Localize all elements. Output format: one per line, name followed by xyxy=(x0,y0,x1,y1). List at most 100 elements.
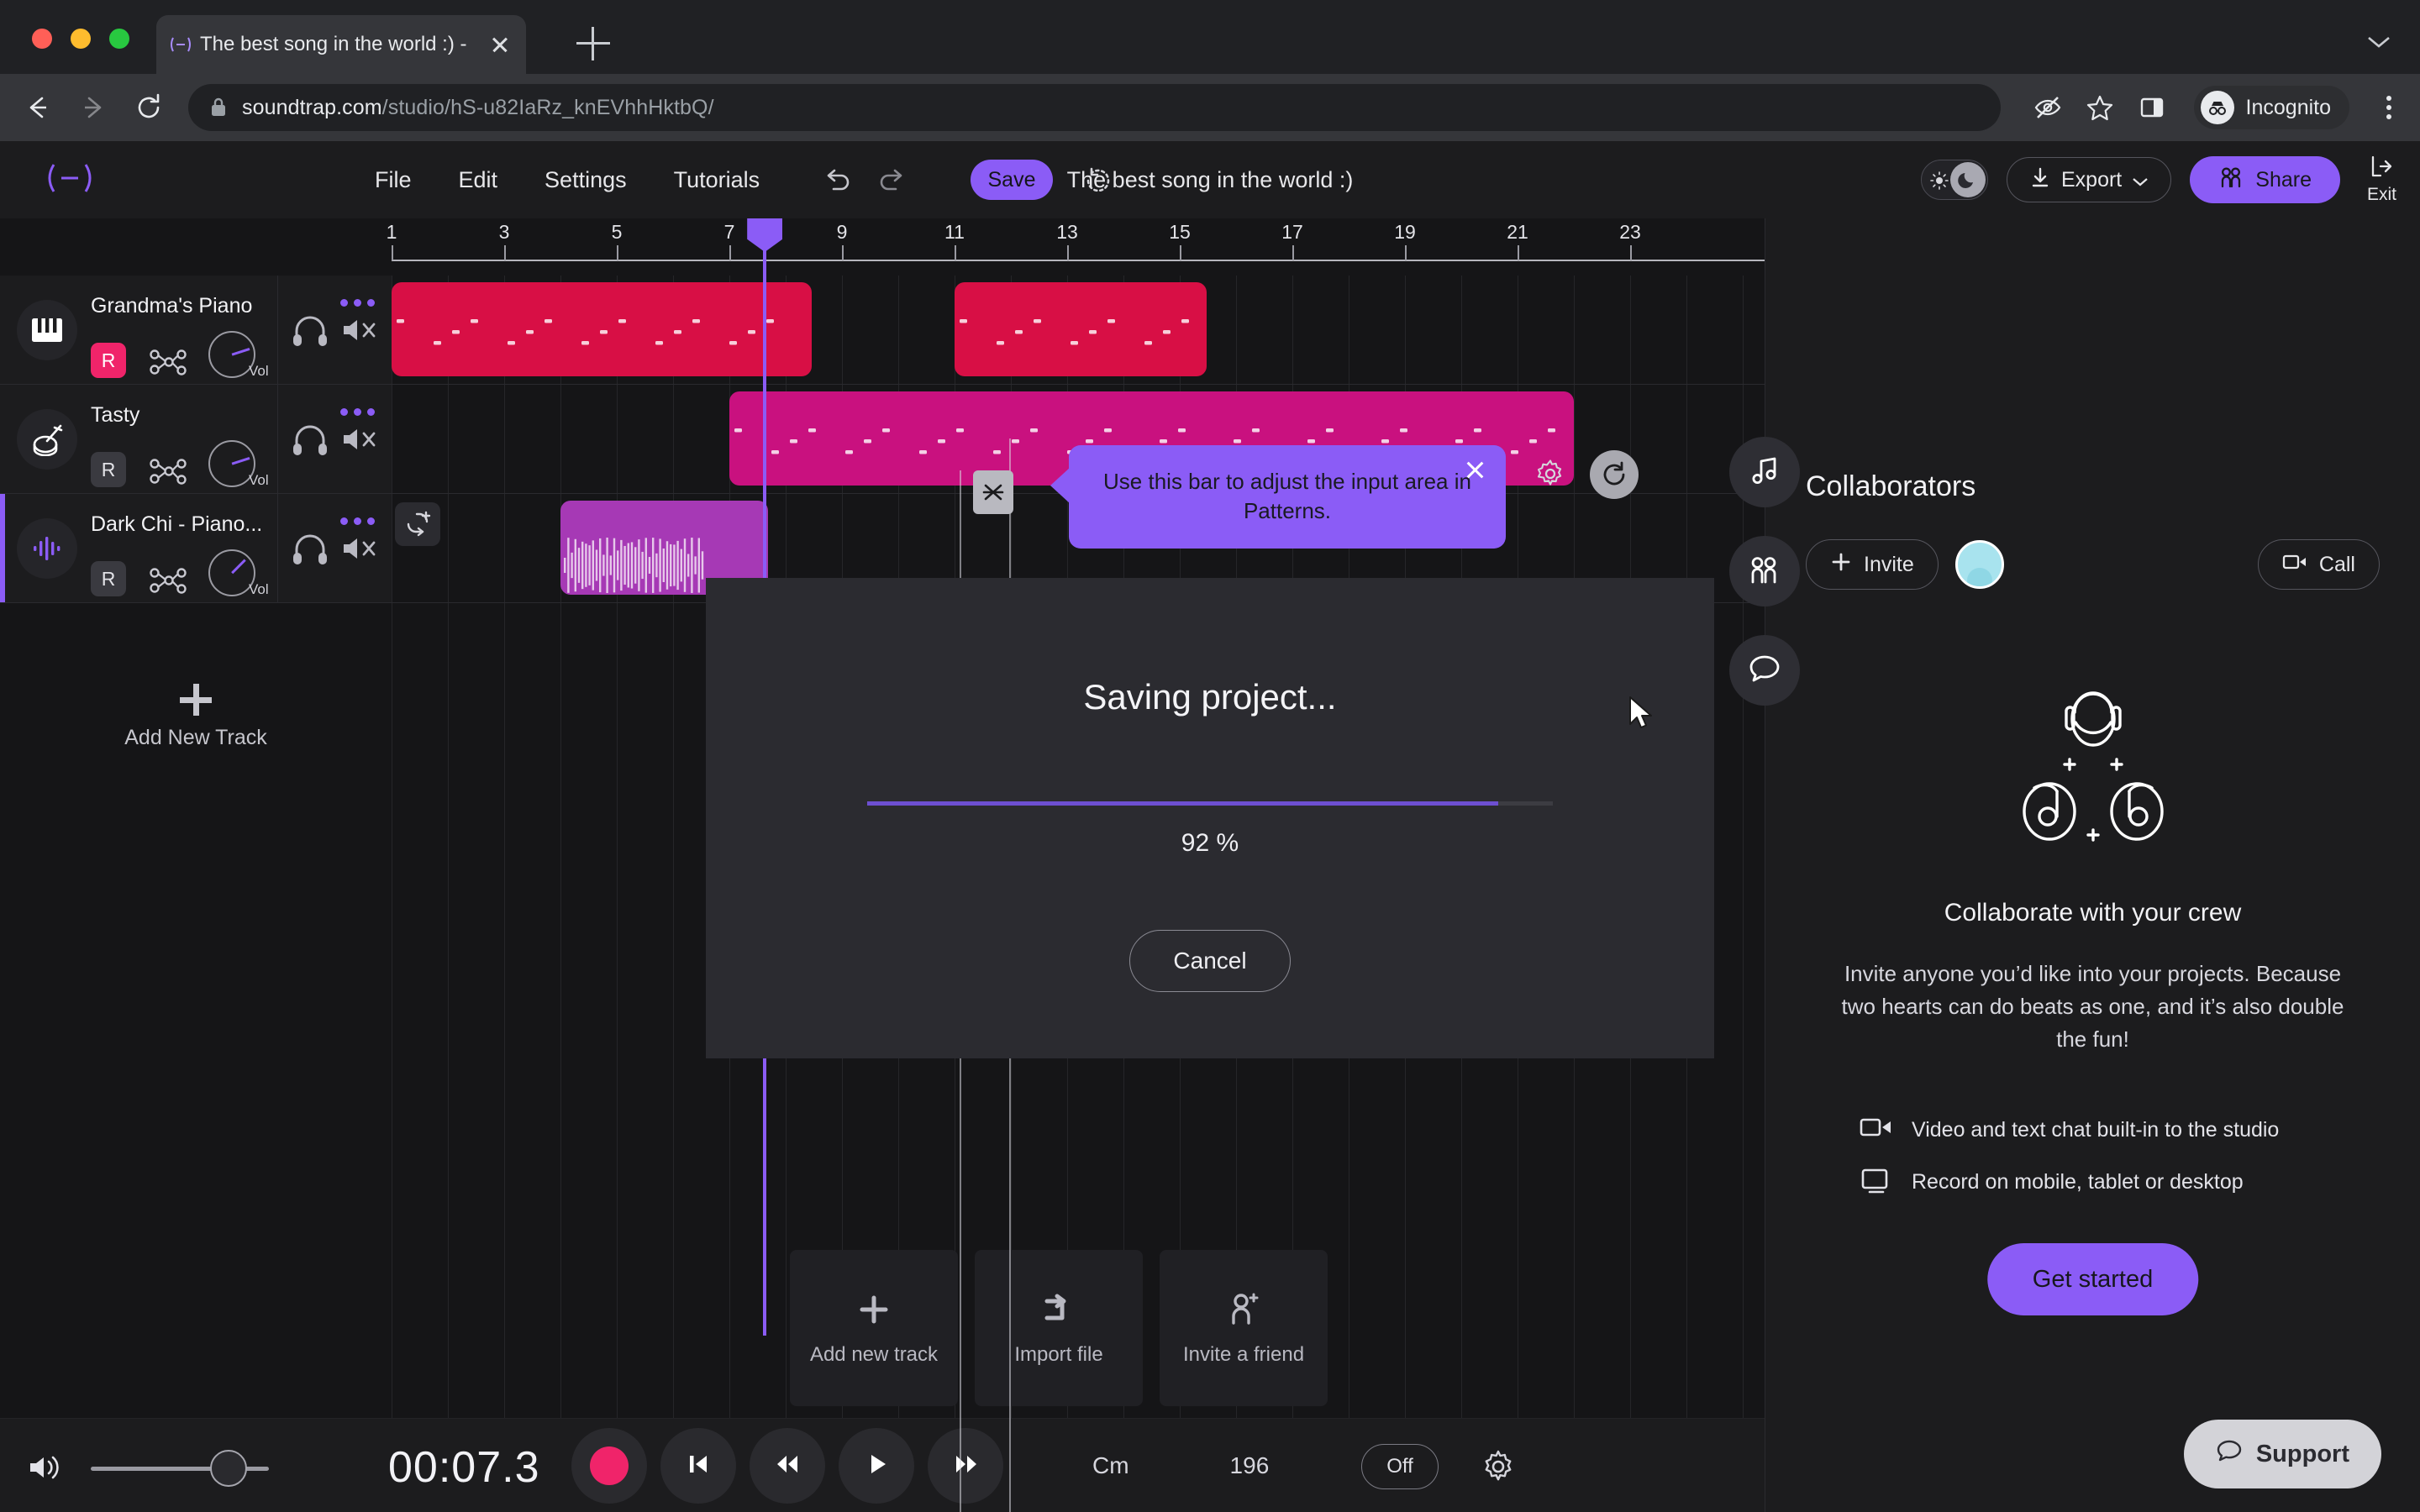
gear-icon[interactable] xyxy=(1481,1449,1516,1484)
master-volume-handle[interactable] xyxy=(210,1450,247,1487)
import-file-card-label: Import file xyxy=(1014,1342,1103,1366)
menu-item-file[interactable]: File xyxy=(351,167,435,193)
redo-icon[interactable] xyxy=(875,162,910,197)
timecode-display[interactable]: 00:07.3 xyxy=(388,1442,540,1493)
mute-icon[interactable] xyxy=(340,531,379,566)
effects-icon[interactable] xyxy=(148,563,187,596)
save-button[interactable]: Save xyxy=(971,160,1053,200)
headphones-icon[interactable] xyxy=(291,422,329,457)
master-volume-slider[interactable] xyxy=(91,1450,269,1487)
ruler-tick-label: 19 xyxy=(1394,221,1416,243)
music-note-icon xyxy=(1748,454,1781,491)
gear-icon[interactable] xyxy=(1535,459,1565,489)
fast-forward-icon xyxy=(950,1449,981,1483)
mute-icon[interactable] xyxy=(340,312,379,348)
track-header[interactable]: Dark Chi - Piano... R Vol xyxy=(0,494,392,603)
timeline-ruler-row: 1 3 5 7 9 11 13 15 17 19 21 23 xyxy=(0,218,1765,276)
clip[interactable] xyxy=(955,282,1207,376)
metronome-toggle[interactable]: Off xyxy=(1361,1444,1439,1489)
record-arm-button[interactable]: R xyxy=(91,561,126,596)
headphones-icon[interactable] xyxy=(291,531,329,566)
track-header[interactable]: Grandma's Piano R Vol xyxy=(0,276,392,385)
ruler-tick-label: 23 xyxy=(1619,221,1641,243)
play-button[interactable] xyxy=(839,1428,914,1504)
address-bar[interactable]: soundtrap.com/studio/hS-u82IaRz_knEVhhHk… xyxy=(188,84,2001,131)
share-button[interactable]: Share xyxy=(2190,156,2340,203)
add-new-track-card-label: Add new track xyxy=(809,1342,939,1366)
export-button[interactable]: Export xyxy=(2007,157,2172,202)
ruler-tick-label: 5 xyxy=(611,221,623,243)
input-area-marker-icon[interactable] xyxy=(973,470,1013,514)
track-header[interactable]: Tasty R Vol xyxy=(0,385,392,494)
ruler-tick-label: 13 xyxy=(1056,221,1078,243)
eye-off-icon[interactable] xyxy=(2033,92,2063,123)
browser-tab[interactable]: The best song in the world :) - xyxy=(156,15,526,74)
skip-to-start-button[interactable] xyxy=(660,1428,736,1504)
side-panel-icon[interactable] xyxy=(2137,92,2167,123)
chevron-down-icon[interactable] xyxy=(2366,32,2391,55)
import-file-card[interactable]: Import file xyxy=(975,1250,1143,1406)
theme-toggle[interactable] xyxy=(1921,160,1988,200)
get-started-button[interactable]: Get started xyxy=(1986,1243,2199,1315)
effects-icon[interactable] xyxy=(148,454,187,487)
rail-button-chat[interactable] xyxy=(1729,635,1800,706)
new-tab-icon[interactable] xyxy=(576,27,610,60)
minimize-window-button[interactable] xyxy=(71,29,91,49)
record-button[interactable] xyxy=(571,1428,647,1504)
record-arm-button[interactable]: R xyxy=(91,343,126,378)
forward-icon[interactable] xyxy=(77,92,109,123)
play-icon xyxy=(861,1449,892,1483)
menu-item-settings[interactable]: Settings xyxy=(521,167,650,193)
profile-chip[interactable]: Incognito xyxy=(2193,86,2349,129)
loop-add-icon[interactable] xyxy=(395,502,440,546)
volume-knob[interactable]: Vol xyxy=(208,440,269,488)
rail-button-sounds[interactable] xyxy=(1729,437,1800,507)
loop-refresh-icon[interactable] xyxy=(1590,450,1639,499)
support-button[interactable]: Support xyxy=(2183,1420,2381,1488)
person-add-icon xyxy=(1223,1289,1264,1330)
volume-knob[interactable]: Vol xyxy=(208,549,269,597)
mute-icon[interactable] xyxy=(340,422,379,457)
effects-icon[interactable] xyxy=(148,344,187,378)
record-arm-button[interactable]: R xyxy=(91,452,126,487)
menu-item-tutorials[interactable]: Tutorials xyxy=(650,167,784,193)
rewind-icon xyxy=(772,1449,802,1483)
rewind-button[interactable] xyxy=(750,1428,825,1504)
timeline-ruler[interactable]: 1 3 5 7 9 11 13 15 17 19 21 23 xyxy=(387,218,1765,276)
project-bpm[interactable]: 196 xyxy=(1230,1452,1270,1479)
window-controls[interactable] xyxy=(32,29,129,49)
back-icon[interactable] xyxy=(22,92,54,123)
headphones-icon[interactable] xyxy=(291,312,329,348)
avatar[interactable] xyxy=(1954,540,2004,589)
close-icon[interactable] xyxy=(487,32,513,57)
kebab-menu-icon[interactable] xyxy=(2385,96,2393,119)
invite-button[interactable]: Invite xyxy=(1806,539,1939,590)
revert-history-icon[interactable] xyxy=(1084,166,1113,195)
export-label: Export xyxy=(2061,167,2123,192)
bookmark-star-icon[interactable] xyxy=(2085,92,2115,123)
reload-icon[interactable] xyxy=(133,92,165,123)
fast-forward-button[interactable] xyxy=(928,1428,1003,1504)
add-new-track-card[interactable]: Add new track xyxy=(790,1250,958,1406)
add-new-track-button[interactable]: Add New Track xyxy=(0,664,392,769)
clip[interactable] xyxy=(392,282,812,376)
support-label: Support xyxy=(2255,1440,2349,1467)
speaker-icon[interactable] xyxy=(27,1451,64,1484)
menu-item-edit[interactable]: Edit xyxy=(435,167,522,193)
track-lane[interactable] xyxy=(392,276,1765,385)
volume-knob[interactable]: Vol xyxy=(208,331,269,379)
exit-button[interactable]: Exit xyxy=(2359,155,2405,205)
project-key[interactable]: Cm xyxy=(1092,1452,1129,1479)
rail-button-collaborators[interactable] xyxy=(1729,536,1800,606)
ruler-tick xyxy=(1067,245,1069,260)
maximize-window-button[interactable] xyxy=(109,29,129,49)
close-icon[interactable] xyxy=(1462,457,1487,482)
undo-icon[interactable] xyxy=(819,162,855,197)
ruler-tick xyxy=(729,245,731,260)
call-button[interactable]: Call xyxy=(2257,539,2380,590)
saving-project-modal: Saving project... 92 % Cancel xyxy=(706,578,1714,1058)
cancel-button[interactable]: Cancel xyxy=(1129,930,1291,992)
soundtrap-logo[interactable] xyxy=(40,160,99,206)
close-window-button[interactable] xyxy=(32,29,52,49)
invite-friend-card[interactable]: Invite a friend xyxy=(1160,1250,1328,1406)
